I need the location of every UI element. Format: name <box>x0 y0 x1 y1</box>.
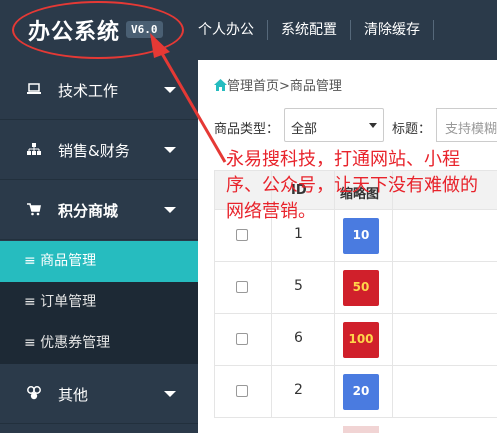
table-row <box>214 418 497 433</box>
caret-down-icon <box>164 391 176 397</box>
filter-bar: 商品类型： 全部 标题： 支持模糊 <box>214 108 497 142</box>
sidebar: 技术工作 销售&财务 积分商城 ≡ 商品管理 ≡ 订单管理 ≡ 优惠券管理 其他 <box>0 60 198 433</box>
points-mall-submenu: ≡ 商品管理 ≡ 订单管理 ≡ 优惠券管理 <box>0 241 198 364</box>
caret-down-icon <box>164 87 176 93</box>
sidebar-item-label: 销售&财务 <box>58 142 130 160</box>
table-row: 2 20 <box>214 366 497 418</box>
sidebar-item-sales-finance[interactable]: 销售&财务 <box>0 120 198 180</box>
title-search-input[interactable]: 支持模糊 <box>436 108 497 142</box>
submenu-item-coupons[interactable]: ≡ 优惠券管理 <box>0 323 198 364</box>
submenu-item-orders[interactable]: ≡ 订单管理 <box>0 282 198 323</box>
breadcrumb: 管理首页>商品管理 <box>214 75 342 94</box>
goods-type-label: 商品类型： <box>214 122 280 137</box>
select-caret-icon <box>369 123 377 128</box>
goods-type-select[interactable]: 全部 <box>284 108 384 142</box>
laptop-icon <box>27 83 41 94</box>
row-checkbox[interactable] <box>236 333 248 345</box>
row-id: 2 <box>294 382 303 398</box>
annotation-oval <box>12 1 184 59</box>
submenu-item-goods[interactable]: ≡ 商品管理 <box>0 241 198 282</box>
caret-down-icon <box>164 207 176 213</box>
sidebar-item-tech-work[interactable]: 技术工作 <box>0 60 198 120</box>
cart-icon <box>27 203 41 216</box>
sidebar-item-points-mall[interactable]: 积分商城 <box>0 180 198 240</box>
row-id: 1 <box>294 226 303 242</box>
cubes-icon <box>27 386 41 400</box>
product-thumbnail[interactable]: 50 <box>343 270 379 306</box>
table-row: 6 100 <box>214 314 497 366</box>
thumbnail-value: 10 <box>352 228 370 242</box>
nav-clear-cache[interactable]: 清除缓存 <box>350 20 434 40</box>
product-thumbnail[interactable]: 100 <box>343 322 379 358</box>
sidebar-item-label: 其他 <box>58 386 89 404</box>
sidebar-item-label: 积分商城 <box>58 202 119 220</box>
nav-system-config[interactable]: 系统配置 <box>267 20 350 40</box>
row-id: 5 <box>294 278 303 294</box>
goods-type-value: 全部 <box>291 122 318 137</box>
title-label: 标题： <box>392 122 432 137</box>
thumbnail-value: 50 <box>352 280 370 294</box>
caret-down-icon <box>164 147 176 153</box>
thumbnail-value: 20 <box>352 384 370 398</box>
row-checkbox[interactable] <box>236 229 248 241</box>
nav-personal-office[interactable]: 个人办公 <box>185 20 267 40</box>
table-row: 5 50 <box>214 262 497 314</box>
breadcrumb-current: 商品管理 <box>289 79 342 94</box>
thumbnail-value: 100 <box>348 332 374 346</box>
annotation-text: 永易搜科技，打通网站、小程序、公众号，让天下没有难做的网络营销。 <box>226 149 478 222</box>
breadcrumb-separator: > <box>279 79 290 94</box>
product-thumbnail[interactable]: 20 <box>343 374 379 410</box>
main-content: 管理首页>商品管理 商品类型： 全部 标题： 支持模糊 ID 缩略图 1 10 … <box>198 60 497 433</box>
row-checkbox[interactable] <box>236 281 248 293</box>
breadcrumb-home-link[interactable]: 管理首页 <box>227 79 279 94</box>
sidebar-item-other[interactable]: 其他 <box>0 364 198 424</box>
row-id: 6 <box>294 330 303 346</box>
sitemap-icon <box>27 143 41 155</box>
top-nav: 个人办公 系统配置 清除缓存 <box>185 20 434 40</box>
product-thumbnail-partial <box>343 426 379 433</box>
row-checkbox[interactable] <box>236 385 248 397</box>
sidebar-item-label: 技术工作 <box>58 82 119 100</box>
home-icon <box>214 79 227 91</box>
